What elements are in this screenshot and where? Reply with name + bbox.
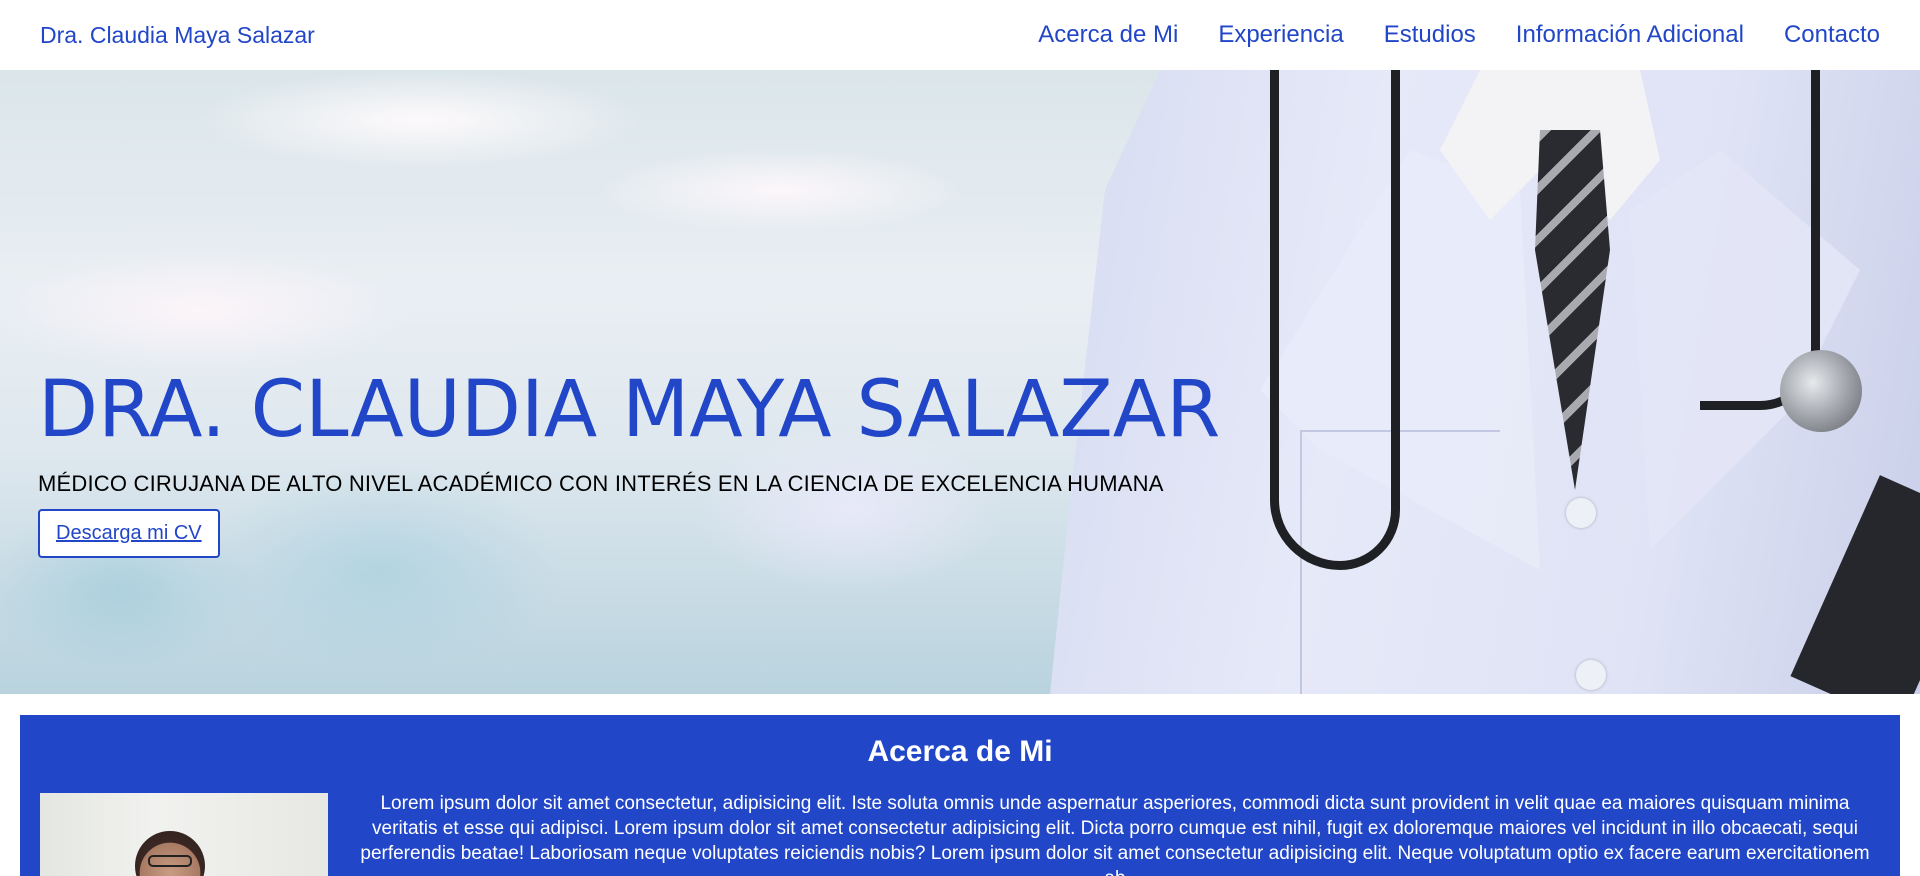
stethoscope-tube-left (1270, 70, 1400, 570)
download-cv-button[interactable]: Descarga mi CV (38, 509, 220, 558)
about-section: Acerca de Mi Lorem ipsum dolor sit amet … (20, 715, 1900, 876)
top-navbar: Dra. Claudia Maya Salazar Acerca de Mi E… (0, 0, 1920, 70)
profile-person-image (135, 831, 205, 876)
coat-button (1566, 498, 1596, 528)
coat-button (1576, 660, 1606, 690)
glasses-icon (148, 855, 192, 867)
nav-link-acerca[interactable]: Acerca de Mi (1038, 21, 1178, 49)
nav-link-informacion-adicional[interactable]: Información Adicional (1516, 21, 1744, 49)
stethoscope-chestpiece (1780, 350, 1862, 432)
about-text: Lorem ipsum dolor sit amet consectetur, … (360, 793, 1870, 876)
hero-banner: DRA. CLAUDIA MAYA SALAZAR MÉDICO CIRUJAN… (0, 70, 1920, 694)
brand-link[interactable]: Dra. Claudia Maya Salazar (40, 22, 315, 49)
nav-links: Acerca de Mi Experiencia Estudios Inform… (1038, 21, 1880, 49)
profile-photo (40, 793, 328, 876)
nav-link-estudios[interactable]: Estudios (1384, 21, 1476, 49)
hero-title: DRA. CLAUDIA MAYA SALAZAR (38, 365, 1221, 455)
nav-link-contacto[interactable]: Contacto (1784, 21, 1880, 49)
about-title: Acerca de Mi (867, 735, 1053, 768)
hero-content: DRA. CLAUDIA MAYA SALAZAR MÉDICO CIRUJAN… (38, 365, 1221, 558)
nav-link-experiencia[interactable]: Experiencia (1218, 21, 1343, 49)
hero-subtitle: MÉDICO CIRUJANA DE ALTO NIVEL ACADÉMICO … (38, 471, 1164, 496)
